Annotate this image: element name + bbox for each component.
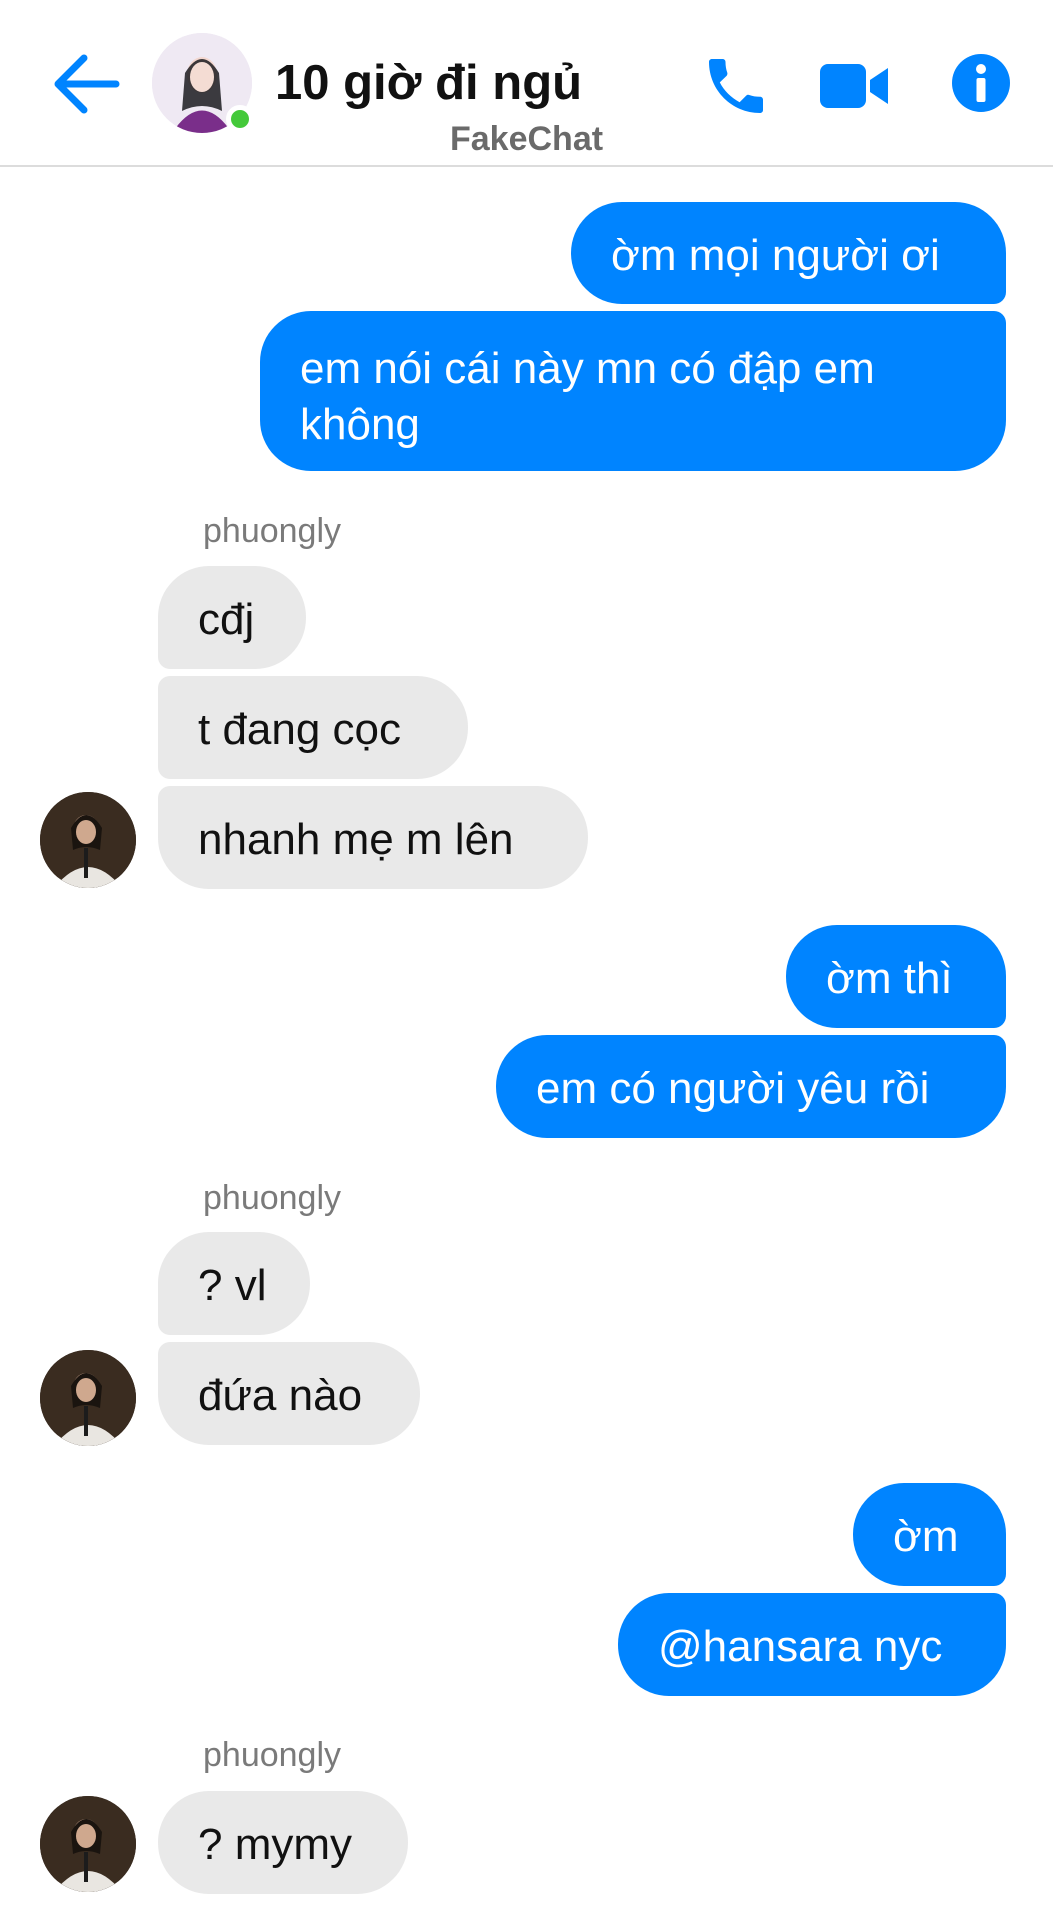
outgoing-message[interactable]: em nói cái này mn có đập em không [260, 311, 1006, 471]
incoming-message[interactable]: ? mymy [158, 1791, 408, 1894]
sender-avatar[interactable] [40, 1350, 136, 1446]
outgoing-message[interactable]: em có người yêu rồi [496, 1035, 1006, 1138]
sender-name: phuongly [203, 1736, 342, 1774]
video-camera-icon[interactable] [818, 58, 890, 114]
outgoing-message[interactable]: @hansara nyc [618, 1593, 1006, 1696]
incoming-message[interactable]: đứa nào [158, 1342, 420, 1445]
group-avatar[interactable] [152, 33, 254, 133]
sender-name: phuongly [203, 1179, 342, 1217]
outgoing-message[interactable]: ờm mọi người ơi [571, 202, 1006, 304]
phone-icon[interactable] [700, 50, 772, 122]
chat-header: 10 giờ đi ngủ FakeChat [0, 0, 1053, 167]
sender-avatar[interactable] [40, 1796, 136, 1892]
outgoing-message[interactable]: ờm [853, 1483, 1006, 1586]
info-icon[interactable] [950, 52, 1012, 114]
chat-subtitle: FakeChat [450, 120, 604, 158]
arrow-back-icon[interactable] [52, 52, 122, 116]
chat-title[interactable]: 10 giờ đi ngủ [275, 55, 582, 111]
incoming-message[interactable]: ? vl [158, 1232, 310, 1335]
outgoing-message[interactable]: ờm thì [786, 925, 1006, 1028]
online-status-dot [226, 105, 254, 133]
incoming-message[interactable]: t đang cọc [158, 676, 468, 779]
incoming-message[interactable]: nhanh mẹ m lên [158, 786, 588, 889]
sender-name: phuongly [203, 512, 342, 550]
incoming-message[interactable]: cđj [158, 566, 306, 669]
sender-avatar[interactable] [40, 792, 136, 888]
